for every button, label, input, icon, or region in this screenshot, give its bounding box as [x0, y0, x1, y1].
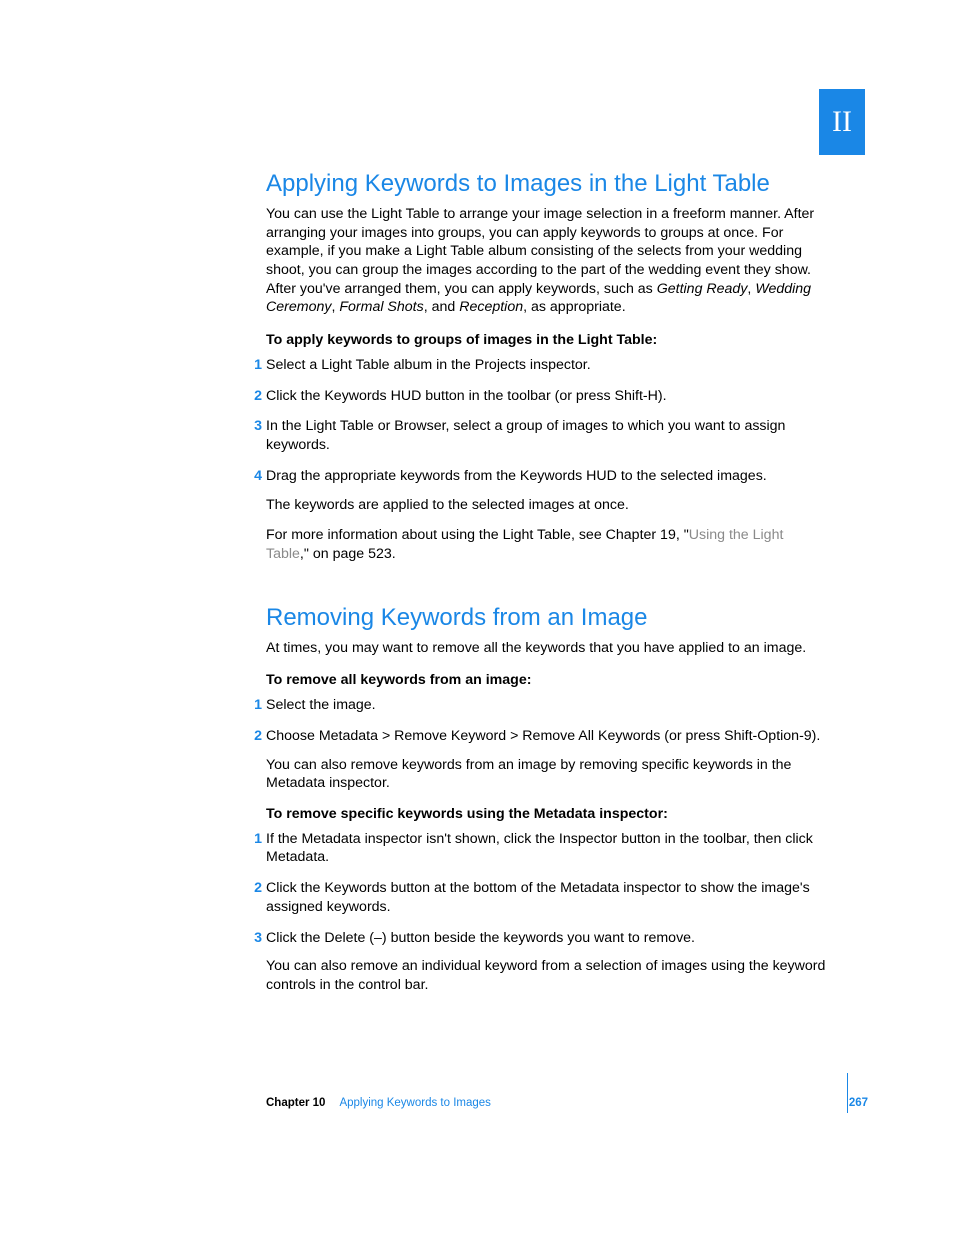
step-number: 4: [248, 467, 262, 486]
section2-afterA: You can also remove keywords from an ima…: [266, 756, 826, 793]
section1-heading: Applying Keywords to Images in the Light…: [266, 170, 826, 199]
part-tab: II: [819, 89, 865, 155]
section1-intro: You can use the Light Table to arrange y…: [266, 205, 826, 317]
section2-stepsA: 1Select the image. 2Choose Metadata > Re…: [266, 696, 826, 793]
after2-pre: For more information about using the Lig…: [266, 527, 689, 543]
page: II Applying Keywords to Images in the Li…: [0, 0, 954, 1235]
step-number: 3: [248, 929, 262, 948]
step-number: 1: [248, 696, 262, 715]
step-number: 3: [248, 417, 262, 436]
step-number: 1: [248, 830, 262, 849]
step-text: Select the image.: [266, 697, 376, 713]
page-footer: Chapter 10 Applying Keywords to Images 2…: [266, 1097, 868, 1109]
list-item: 1Select a Light Table album in the Proje…: [266, 356, 826, 375]
section2-leadA: To remove all keywords from an image:: [266, 671, 826, 690]
step-number: 2: [248, 879, 262, 898]
keyword-example-1: Getting Ready: [657, 281, 748, 297]
list-item: 2Click the Keywords HUD button in the to…: [266, 387, 826, 406]
list-item: 4Drag the appropriate keywords from the …: [266, 467, 826, 564]
list-item: 3Click the Delete (–) button beside the …: [266, 929, 826, 995]
after2-post: ," on page 523.: [300, 546, 396, 562]
section1-after1: The keywords are applied to the selected…: [266, 496, 826, 515]
section2-leadB: To remove specific keywords using the Me…: [266, 805, 826, 824]
keyword-example-4: Reception: [459, 299, 523, 315]
step-text: Click the Delete (–) button beside the k…: [266, 930, 695, 946]
step-number: 2: [248, 727, 262, 746]
list-item: 2Click the Keywords button at the bottom…: [266, 879, 826, 916]
page-content: Applying Keywords to Images in the Light…: [266, 170, 826, 1007]
step-text: Drag the appropriate keywords from the K…: [266, 468, 767, 484]
footer-chapter: Chapter 10: [266, 1097, 325, 1109]
section2-afterB: You can also remove an individual keywor…: [266, 957, 826, 994]
footer-page-number: 267: [849, 1097, 868, 1109]
list-item: 3In the Light Table or Browser, select a…: [266, 417, 826, 454]
keyword-example-3: Formal Shots: [339, 299, 423, 315]
section1-after2: For more information about using the Lig…: [266, 526, 826, 563]
section1-steps: 1Select a Light Table album in the Proje…: [266, 356, 826, 564]
footer-rule: [847, 1073, 848, 1113]
step-text: Click the Keywords button at the bottom …: [266, 880, 810, 915]
list-item: 2Choose Metadata > Remove Keyword > Remo…: [266, 727, 826, 793]
step-text: If the Metadata inspector isn't shown, c…: [266, 831, 813, 866]
section2-stepsB: 1If the Metadata inspector isn't shown, …: [266, 830, 826, 995]
step-text: Click the Keywords HUD button in the too…: [266, 388, 667, 404]
step-text: In the Light Table or Browser, select a …: [266, 418, 785, 453]
section1-lead: To apply keywords to groups of images in…: [266, 331, 826, 350]
sep3: , and: [424, 299, 460, 315]
intro-text-post: , as appropriate.: [523, 299, 626, 315]
section2-intro: At times, you may want to remove all the…: [266, 639, 826, 658]
step-text: Choose Metadata > Remove Keyword > Remov…: [266, 728, 820, 744]
list-item: 1If the Metadata inspector isn't shown, …: [266, 830, 826, 867]
step-number: 2: [248, 387, 262, 406]
list-item: 1Select the image.: [266, 696, 826, 715]
part-label: II: [832, 105, 852, 139]
step-number: 1: [248, 356, 262, 375]
step-text: Select a Light Table album in the Projec…: [266, 357, 591, 373]
footer-chapter-name: Applying Keywords to Images: [339, 1097, 491, 1109]
section2-heading: Removing Keywords from an Image: [266, 604, 826, 633]
